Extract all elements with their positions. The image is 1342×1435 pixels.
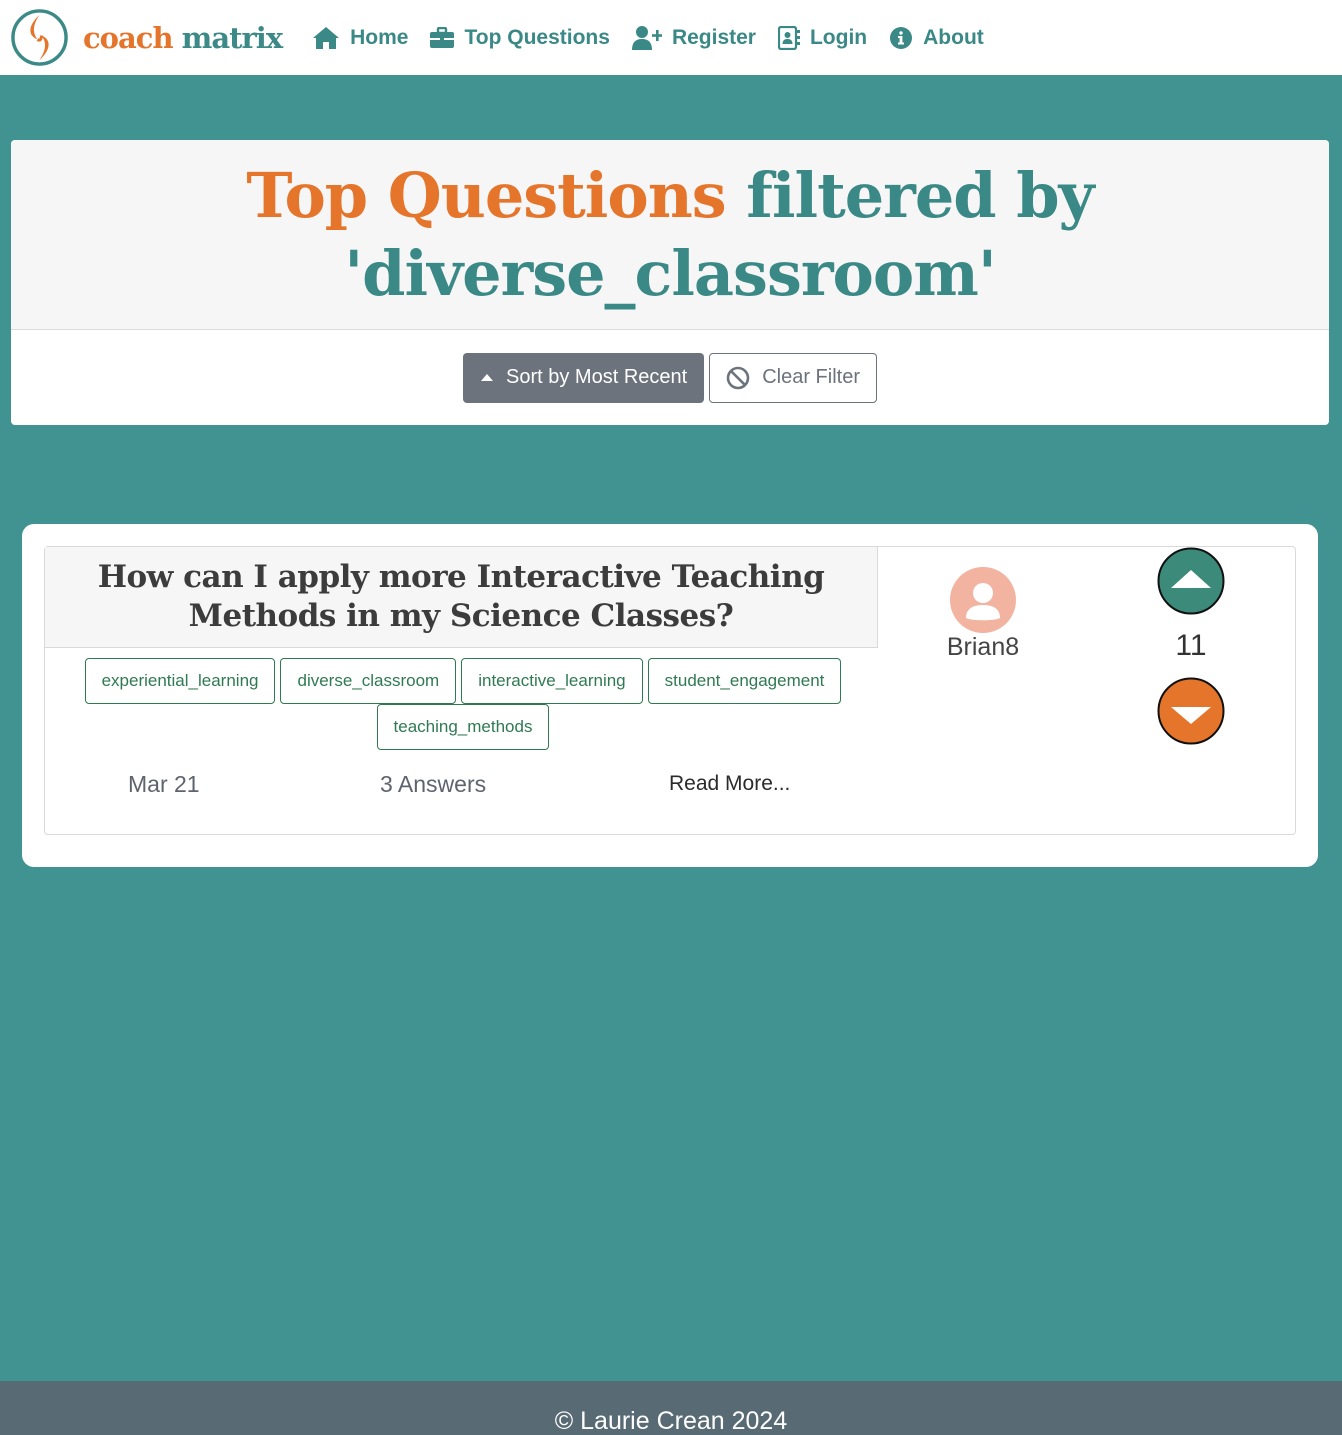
clear-filter-label: Clear Filter [762,366,860,388]
brand-link[interactable]: coach matrix [10,8,283,67]
filter-header-title-area: Top Questions filtered by 'diverse_class… [11,140,1329,330]
page-title: Top Questions filtered by 'diverse_class… [170,157,1170,313]
nav-about-label: About [923,25,984,49]
answer-count: 3 Answers [380,771,487,797]
question-date: Mar 21 [128,771,200,797]
tag-experiential-learning[interactable]: experiential_learning [84,658,276,704]
info-circle-icon [890,26,913,49]
nav-register[interactable]: Register [631,18,756,58]
coach-matrix-logo-icon [11,9,68,66]
question-author: Brian8 [943,567,1023,662]
vote-controls: 11 [1157,547,1225,745]
page-title-accent: Top Questions [246,158,726,232]
filter-actions: Sort by Most Recent Clear Filter [11,330,1329,425]
brand-word-coach: coach [83,20,174,55]
tag-teaching-methods[interactable]: teaching_methods [376,704,550,750]
brand-name: coach matrix [83,20,283,55]
nav-top-questions-label: Top Questions [464,25,610,49]
nav-home[interactable]: Home [312,18,408,58]
brand-word-matrix: matrix [181,20,283,55]
nav-login-label: Login [809,25,868,49]
vote-count: 11 [1175,629,1207,662]
briefcase-icon [430,26,455,48]
ban-icon [726,366,750,389]
question-title[interactable]: How can I apply more Interactive Teachin… [45,558,877,636]
caret-up-icon [481,373,493,381]
tag-interactive-learning[interactable]: interactive_learning [461,658,643,704]
question-card: How can I apply more Interactive Teachin… [44,546,1296,835]
footer: © Laurie Crean 2024 [0,1381,1342,1435]
sort-most-recent-button[interactable]: Sort by Most Recent [463,352,705,403]
address-book-icon [777,25,800,50]
user-avatar-icon [950,567,1016,633]
navbar: coach matrix Home Top Questions Register… [0,0,1342,75]
nav-register-label: Register [671,25,756,49]
nav-links: Home Top Questions Register Login About [312,18,1006,58]
nav-about[interactable]: About [889,18,984,58]
author-name[interactable]: Brian8 [943,633,1023,662]
question-title-box: How can I apply more Interactive Teachin… [45,547,878,648]
filter-header-card: Top Questions filtered by 'diverse_class… [11,140,1329,425]
user-plus-icon [631,25,662,50]
nav-home-label: Home [350,25,409,49]
tag-diverse-classroom[interactable]: diverse_classroom [280,658,457,704]
question-list: How can I apply more Interactive Teachin… [22,524,1318,867]
nav-top-questions[interactable]: Top Questions [430,18,610,58]
upvote-button[interactable] [1157,547,1225,615]
read-more-link[interactable]: Read More... [669,772,790,796]
nav-login[interactable]: Login [777,18,868,58]
footer-copyright: © Laurie Crean 2024 [554,1407,788,1435]
sort-button-label: Sort by Most Recent [506,366,688,388]
question-tags: experiential_learning diverse_classroom … [53,658,873,750]
home-icon [313,26,340,49]
downvote-button[interactable] [1157,677,1225,745]
tag-student-engagement[interactable]: student_engagement [647,658,842,704]
clear-filter-button[interactable]: Clear Filter [709,352,877,403]
